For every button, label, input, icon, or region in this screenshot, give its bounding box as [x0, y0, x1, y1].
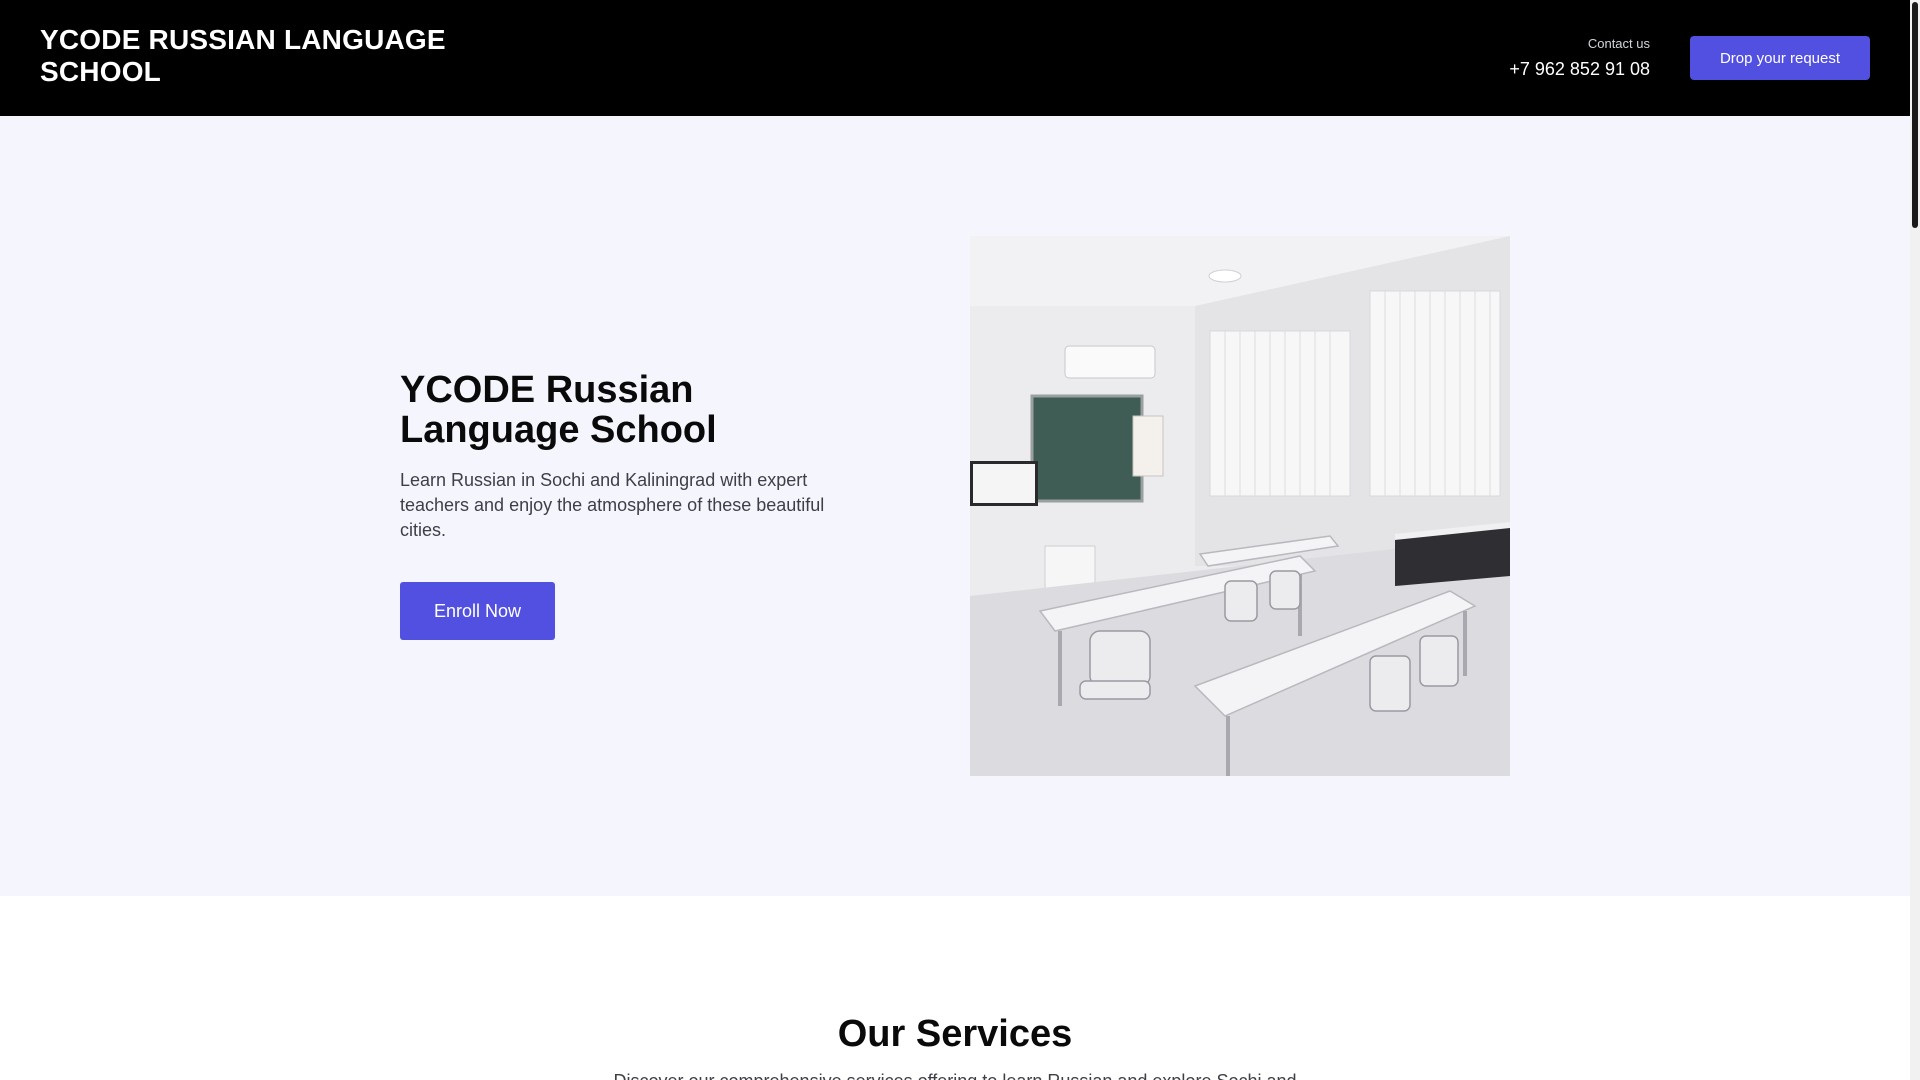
hero-section: YCODE Russian Language School Learn Russ… — [0, 116, 1910, 896]
contact-block: Contact us +7 962 852 91 08 — [1509, 36, 1650, 80]
enroll-now-button[interactable]: Enroll Now — [400, 582, 555, 640]
services-title: Our Services — [837, 1013, 1073, 1055]
scrollbar-thumb[interactable] — [1912, 2, 1918, 228]
page-scrollbar[interactable] — [1910, 0, 1920, 1080]
hero-title: YCODE Russian Language School — [400, 369, 717, 451]
classroom-photo — [970, 236, 1510, 776]
hero-description: Learn Russian in Sochi and Kaliningrad w… — [400, 470, 825, 540]
services-section: Our Services Discover our comprehensive … — [0, 896, 1910, 1080]
site-logo[interactable]: YCODE RUSSIAN LANGUAGE SCHOOL — [40, 24, 480, 88]
contact-label: Contact us — [1587, 36, 1650, 51]
site-header: YCODE RUSSIAN LANGUAGE SCHOOL Contact us… — [0, 0, 1910, 116]
drop-request-button[interactable]: Drop your request — [1690, 36, 1870, 80]
page: YCODE RUSSIAN LANGUAGE SCHOOL Contact us… — [0, 0, 1920, 1080]
contact-phone[interactable]: +7 962 852 91 08 — [1509, 58, 1650, 80]
page-content: YCODE RUSSIAN LANGUAGE SCHOOL Contact us… — [0, 0, 1910, 1080]
services-subtitle: Discover our comprehensive services offe… — [0, 1070, 1910, 1080]
